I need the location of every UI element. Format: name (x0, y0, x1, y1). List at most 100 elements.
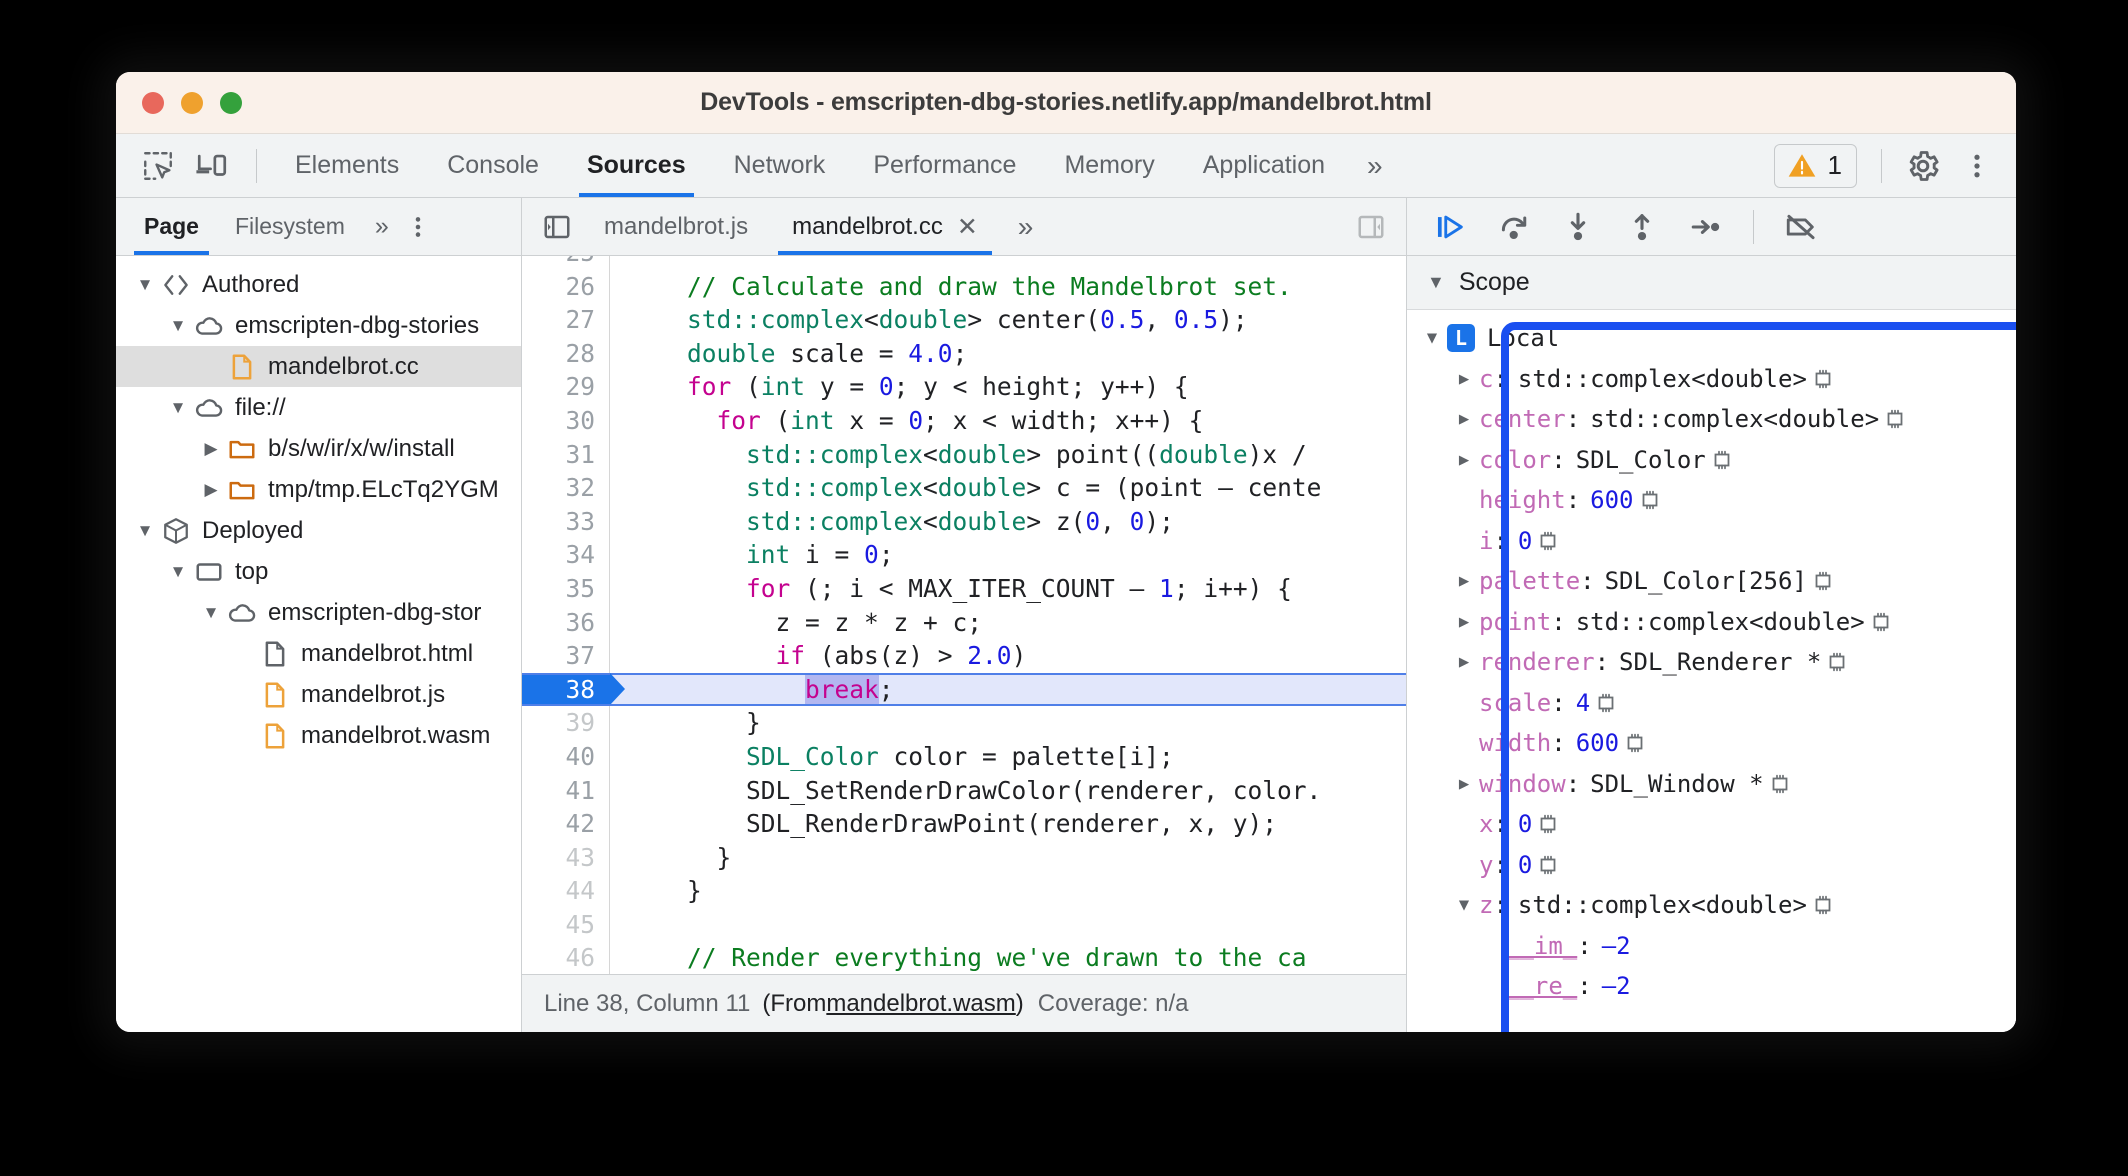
chevron-right-icon[interactable]: ▶ (200, 480, 222, 500)
zoom-window-button[interactable] (220, 91, 242, 114)
panel-expand-right-icon[interactable] (1346, 212, 1396, 242)
chevron-down-icon[interactable]: ▼ (134, 275, 156, 295)
chevron-down-icon[interactable]: ▼ (1417, 328, 1447, 348)
memory-chip-button[interactable] (1594, 691, 1618, 715)
scope-variable-c[interactable]: ▶ c: std::complex<double> (1407, 359, 2016, 400)
chevron-right-icon[interactable]: ▶ (1449, 369, 1479, 389)
tree-item-tmp-tmp-elctq2ygm[interactable]: ▶ tmp/tmp.ELcTq2YGM (116, 469, 521, 510)
line-number[interactable]: 33 (522, 504, 610, 539)
memory-chip-icon[interactable] (1710, 448, 1734, 472)
memory-chip-icon[interactable] (1768, 772, 1792, 796)
tab-sources[interactable]: Sources (563, 134, 710, 197)
minimize-window-button[interactable] (181, 91, 203, 114)
memory-chip-icon[interactable] (1811, 893, 1835, 917)
tree-item-mandelbrot-js[interactable]: ▶mandelbrot.js (116, 674, 521, 715)
line-number[interactable]: 36 (522, 605, 610, 640)
tab-application[interactable]: Application (1179, 134, 1349, 197)
line-number[interactable]: 42 (522, 807, 610, 841)
line-number[interactable]: 25 (522, 256, 610, 270)
nav-more-tabs-chevron-icon[interactable]: » (363, 212, 397, 241)
scope-variable-x[interactable]: ▶x:0 (1407, 804, 2016, 845)
chevron-right-icon[interactable]: ▶ (1449, 652, 1479, 672)
editor-more-tabs-chevron-icon[interactable]: » (1000, 211, 1048, 243)
tree-item-emscripten-dbg-stor[interactable]: ▼ emscripten-dbg-stor (116, 592, 521, 633)
memory-chip-icon[interactable] (1536, 529, 1560, 553)
line-number[interactable]: 40 (522, 739, 610, 774)
more-tabs-chevron-icon[interactable]: » (1349, 150, 1397, 182)
line-number[interactable]: 46 (522, 941, 610, 974)
memory-chip-icon[interactable] (1536, 812, 1560, 836)
memory-chip-icon[interactable] (1536, 853, 1560, 877)
line-number[interactable]: 34 (522, 538, 610, 572)
memory-chip-button[interactable] (1623, 731, 1647, 755)
line-number[interactable]: 26 (522, 269, 610, 304)
memory-chip-icon[interactable] (1638, 488, 1662, 512)
scope-variable-center[interactable]: ▶ center: std::complex<double> (1407, 399, 2016, 440)
scope-variable-width[interactable]: ▶width:600 (1407, 723, 2016, 764)
memory-chip-button[interactable] (1536, 812, 1560, 836)
line-number[interactable]: 27 (522, 303, 610, 337)
memory-chip-icon[interactable] (1811, 569, 1835, 593)
memory-chip-button[interactable] (1638, 488, 1662, 512)
panel-collapse-left-icon[interactable] (532, 212, 582, 242)
memory-chip-button[interactable] (1768, 772, 1792, 796)
tab-elements[interactable]: Elements (271, 134, 423, 197)
gear-icon[interactable] (1896, 139, 1950, 193)
scope-variable-scale[interactable]: ▶scale:4 (1407, 683, 2016, 724)
memory-chip-icon[interactable] (1623, 731, 1647, 755)
chevron-right-icon[interactable]: ▶ (1449, 571, 1479, 591)
file-tree[interactable]: ▼Authored▼emscripten-dbg-stories▶mandelb… (116, 256, 521, 1032)
warning-count-badge[interactable]: 1 (1773, 143, 1857, 188)
scope-variable-point[interactable]: ▶ point: std::complex<double> (1407, 602, 2016, 643)
memory-chip-button[interactable] (1536, 853, 1560, 877)
chevron-down-icon[interactable]: ▼ (167, 562, 189, 582)
chevron-right-icon[interactable]: ▶ (1449, 774, 1479, 794)
source-origin-link[interactable]: mandelbrot.wasm (826, 990, 1015, 1018)
close-window-button[interactable] (142, 91, 164, 114)
editor-tab-mandelbrot-cc[interactable]: mandelbrot.cc ✕ (770, 198, 1000, 255)
line-number[interactable]: 45 (522, 907, 610, 942)
step-icon[interactable] (1683, 204, 1729, 250)
line-number[interactable]: 38 (522, 672, 610, 707)
line-number[interactable]: 30 (522, 403, 610, 438)
step-over-icon[interactable] (1491, 204, 1537, 250)
code-viewer[interactable]: 2526 // Calculate and draw the Mandelbro… (522, 256, 1406, 974)
memory-chip-icon[interactable] (1825, 650, 1849, 674)
memory-chip-button[interactable] (1536, 529, 1560, 553)
three-dots-vertical-icon[interactable] (1950, 139, 2004, 193)
resume-icon[interactable] (1427, 204, 1473, 250)
line-number[interactable]: 28 (522, 336, 610, 371)
scope-variable-window[interactable]: ▶ window: SDL_Window * (1407, 764, 2016, 805)
chevron-down-icon[interactable]: ▼ (134, 521, 156, 541)
scope-variable-palette[interactable]: ▶ palette: SDL_Color[256] (1407, 561, 2016, 602)
scope-variable-z[interactable]: ▼ z: std::complex<double> (1407, 885, 2016, 926)
line-number[interactable]: 43 (522, 840, 610, 875)
memory-chip-button[interactable] (1883, 407, 1907, 431)
tab-console[interactable]: Console (423, 134, 563, 197)
scope-variable-im[interactable]: ▶__im_:–2 (1407, 926, 2016, 967)
line-number[interactable]: 39 (522, 706, 610, 740)
device-toolbar-icon[interactable] (188, 142, 236, 190)
nav-tab-filesystem[interactable]: Filesystem (217, 198, 363, 255)
line-number[interactable]: 31 (522, 437, 610, 472)
tree-item-b-s-w-ir-x-w-install[interactable]: ▶ b/s/w/ir/x/w/install (116, 428, 521, 469)
inspect-element-icon[interactable] (134, 142, 182, 190)
line-number[interactable]: 44 (522, 874, 610, 908)
line-number[interactable]: 37 (522, 639, 610, 673)
tree-item-emscripten-dbg-stories[interactable]: ▼ emscripten-dbg-stories (116, 305, 521, 346)
scope-variable-i[interactable]: ▶i:0 (1407, 521, 2016, 562)
tree-item-mandelbrot-cc[interactable]: ▶mandelbrot.cc (116, 346, 521, 387)
tree-item-file-[interactable]: ▼ file:// (116, 387, 521, 428)
step-into-icon[interactable] (1555, 204, 1601, 250)
tree-item-mandelbrot-wasm[interactable]: ▶mandelbrot.wasm (116, 715, 521, 756)
nav-tab-page[interactable]: Page (126, 198, 217, 255)
scope-variable-renderer[interactable]: ▶ renderer: SDL_Renderer * (1407, 642, 2016, 683)
tree-item-deployed[interactable]: ▼ Deployed (116, 510, 521, 551)
scope-group-local[interactable]: ▼ L Local (1407, 318, 2016, 359)
scope-variable-re[interactable]: ▶__re_:–2 (1407, 966, 2016, 1007)
memory-chip-button[interactable] (1825, 650, 1849, 674)
scope-section-header[interactable]: ▼ Scope (1407, 256, 2016, 310)
line-number[interactable]: 29 (522, 370, 610, 404)
tree-item-authored[interactable]: ▼ Authored (116, 264, 521, 305)
chevron-right-icon[interactable]: ▶ (1449, 612, 1479, 632)
